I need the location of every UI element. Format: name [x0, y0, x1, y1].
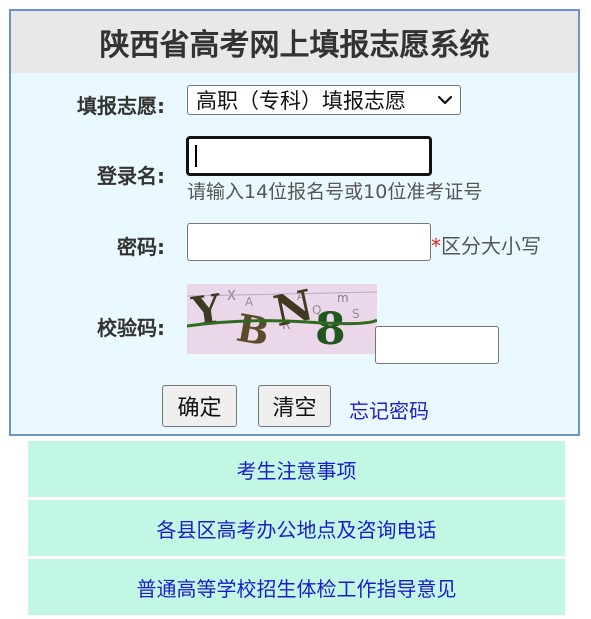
notice-link-exam-notes[interactable]: 考生注意事项 — [28, 441, 565, 497]
captcha-image[interactable]: X A m Q R S A Y B N 8 — [187, 284, 377, 354]
notice-link-physical-exam[interactable]: 普通高等学校招生体检工作指导意见 — [28, 559, 565, 615]
password-hint: 区分大小写 — [441, 234, 541, 258]
svg-text:S: S — [352, 307, 360, 321]
clear-button[interactable]: 清空 — [258, 385, 331, 427]
notice-link-offices[interactable]: 各县区高考办公地点及咨询电话 — [28, 500, 565, 556]
username-input[interactable] — [186, 136, 432, 176]
password-hint-wrap: *区分大小写 — [431, 230, 541, 259]
required-star: * — [431, 234, 441, 258]
svg-text:8: 8 — [315, 304, 346, 354]
page-title: 陕西省高考网上填报志愿系统 — [11, 11, 578, 73]
forgot-password-link[interactable]: 忘记密码 — [349, 395, 429, 424]
choice-label: 填报志愿: — [77, 94, 165, 118]
chevron-down-icon — [437, 95, 453, 105]
captcha-label: 校验码: — [97, 316, 165, 340]
confirm-button[interactable]: 确定 — [162, 385, 237, 427]
captcha-input[interactable] — [375, 326, 499, 364]
login-panel: 陕西省高考网上填报志愿系统 填报志愿: 高职（专科）填报志愿 登录名: 请输入1… — [9, 9, 580, 436]
username-hint: 请输入14位报名号或10位准考证号 — [187, 181, 483, 203]
password-label: 密码: — [117, 235, 165, 259]
text-caret — [195, 145, 197, 167]
choice-select[interactable]: 高职（专科）填报志愿 — [187, 85, 461, 115]
svg-text:X: X — [227, 289, 236, 304]
password-input[interactable] — [187, 223, 431, 261]
username-label: 登录名: — [97, 164, 165, 188]
choice-selected-value: 高职（专科）填报志愿 — [196, 89, 406, 113]
